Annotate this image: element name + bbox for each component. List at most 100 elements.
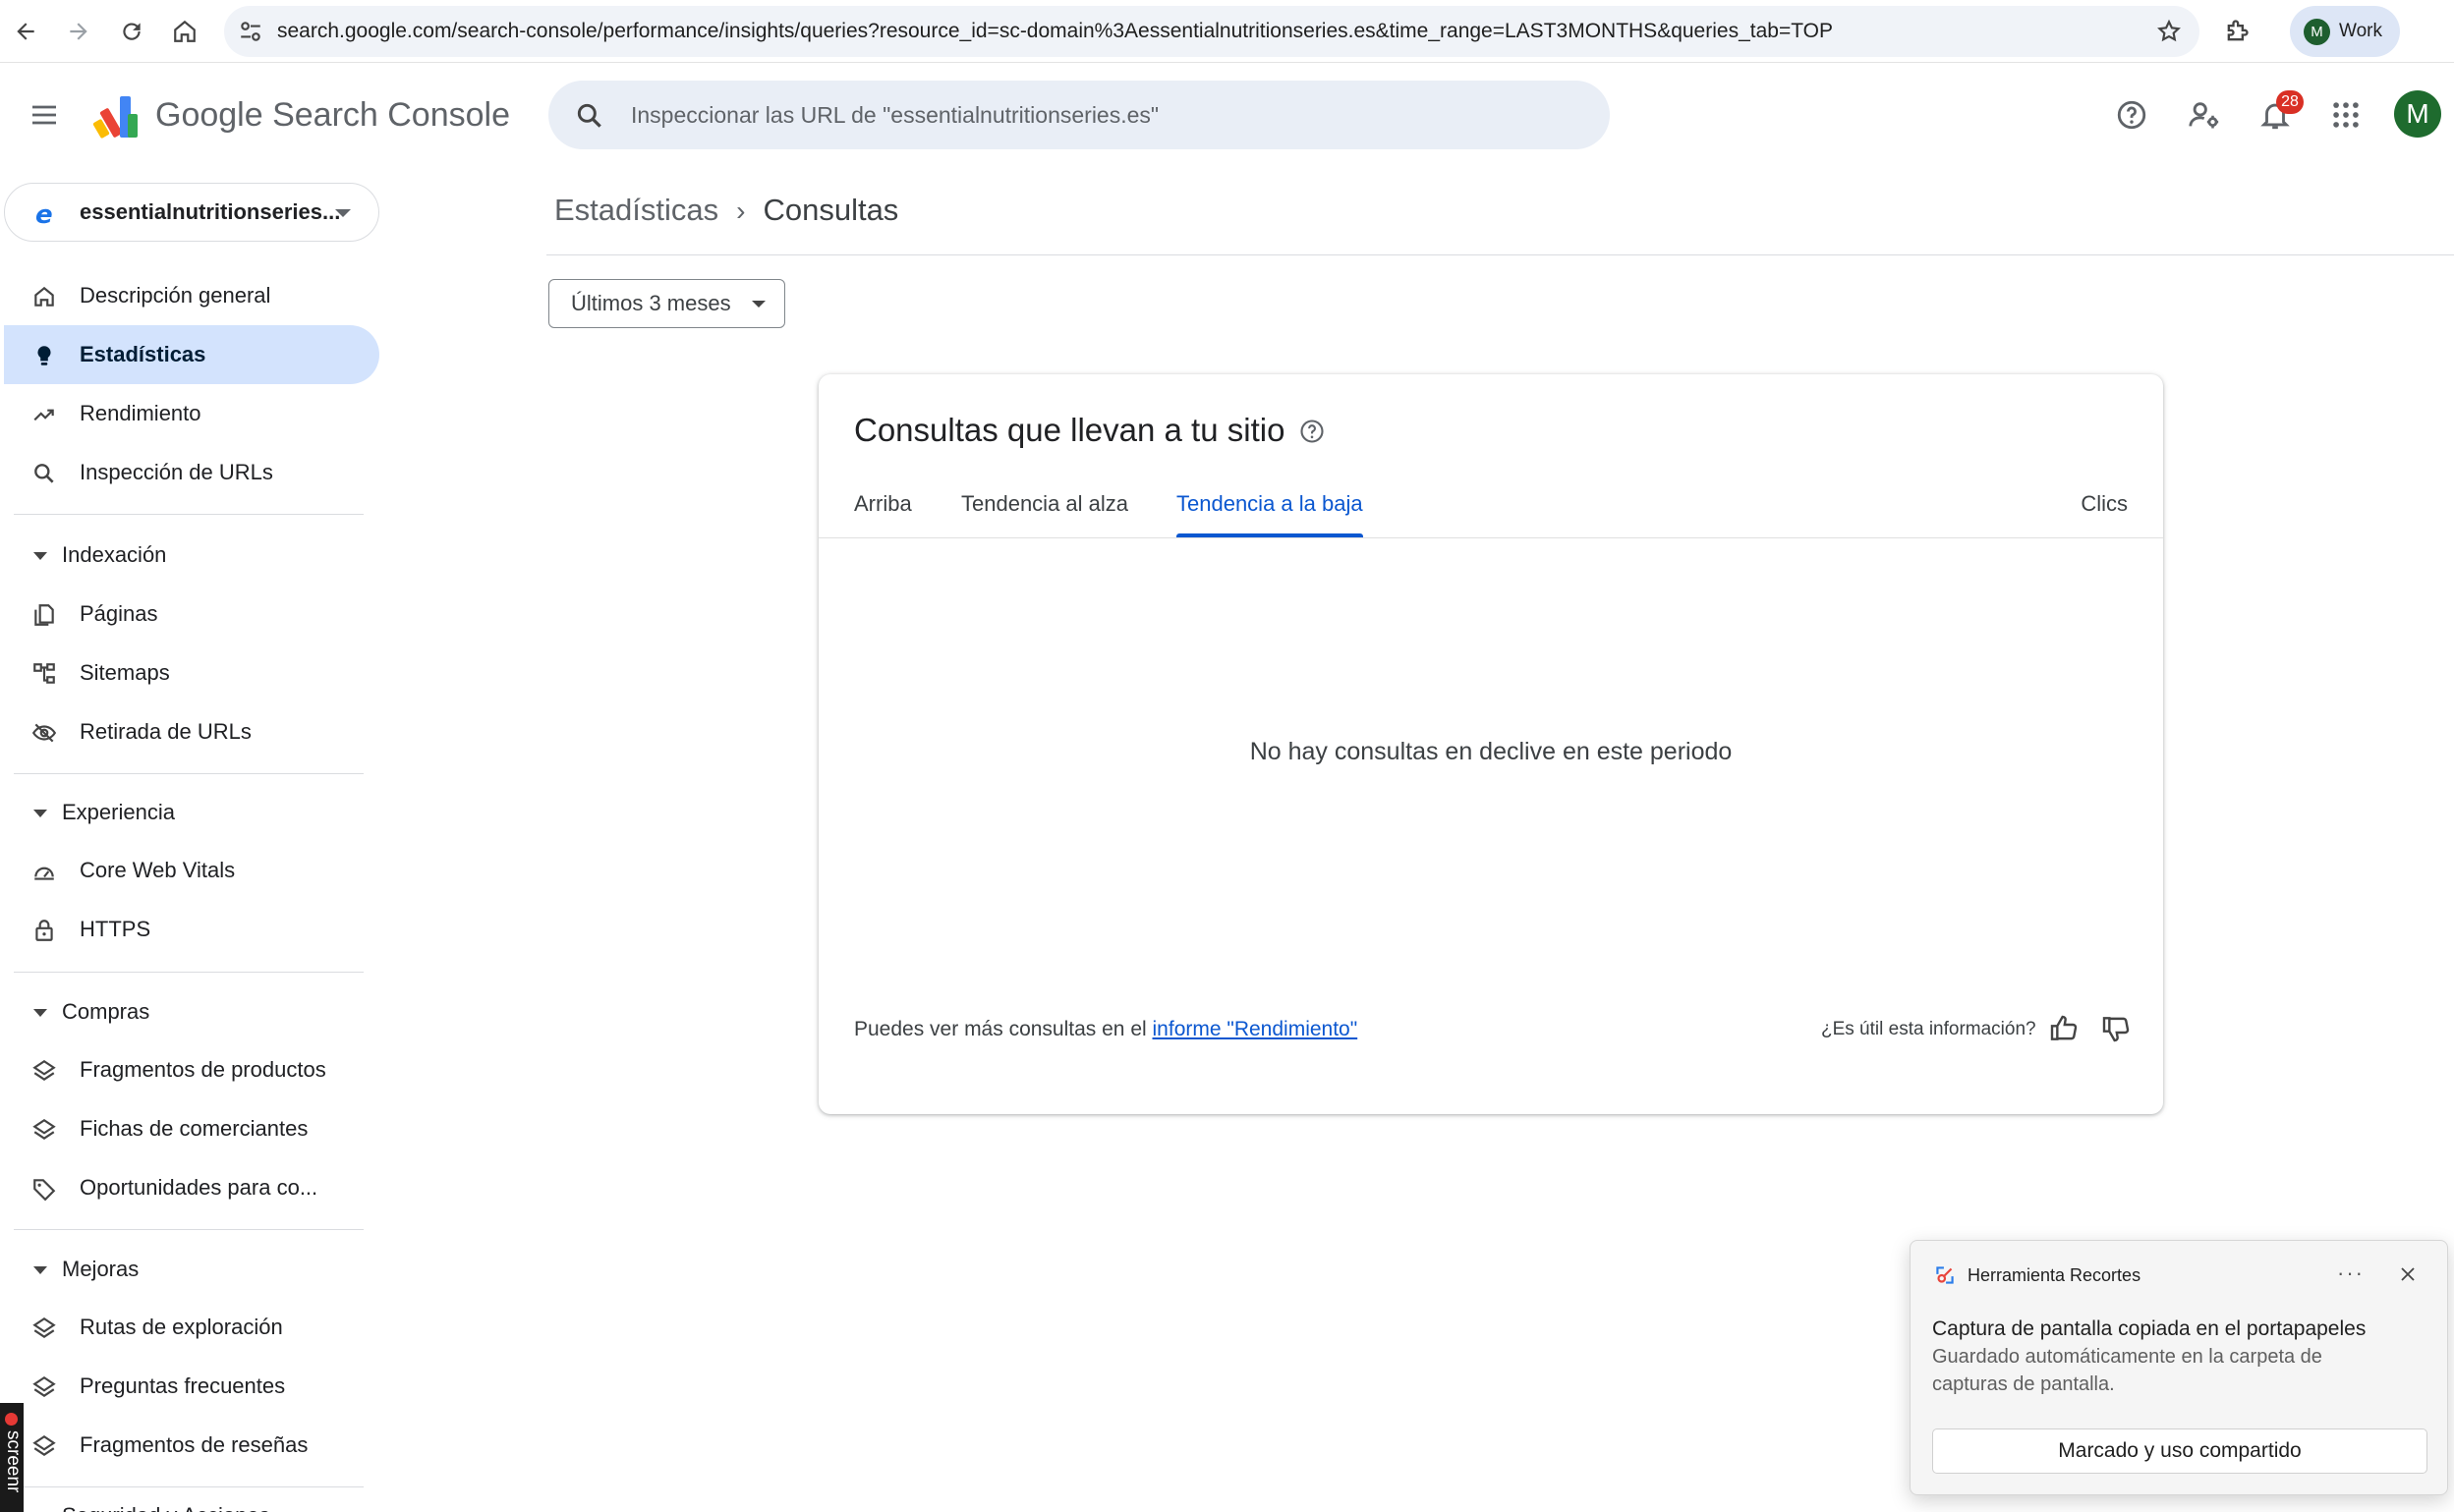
date-range-selector[interactable]: Últimos 3 meses — [548, 279, 785, 328]
queries-tabs: Arriba Tendencia al alza Tendencia a la … — [819, 473, 2163, 538]
recorder-label: screenr — [3, 1430, 24, 1493]
caret-down-icon — [335, 209, 351, 217]
footer-text: Puedes ver más consultas en el — [854, 1018, 1147, 1040]
url-text: search.google.com/search-console/perform… — [277, 20, 1833, 42]
section-title: Experiencia — [62, 800, 175, 824]
empty-state-message: No hay consultas en declive en este peri… — [1249, 738, 1733, 765]
tab-trending-up[interactable]: Tendencia al alza — [961, 473, 1128, 537]
help-button[interactable] — [2111, 94, 2152, 136]
browser-toolbar: search.google.com/search-console/perform… — [0, 0, 2454, 63]
collapse-arrow-icon — [33, 1266, 47, 1274]
extensions-button[interactable] — [2217, 12, 2256, 51]
thumb-up-icon[interactable] — [2048, 1013, 2080, 1044]
bookmark-star-icon[interactable] — [2156, 19, 2182, 44]
sidebar-item-https[interactable]: HTTPS — [4, 900, 379, 959]
sidebar-item-product-snippets[interactable]: Fragmentos de productos — [4, 1040, 379, 1099]
sidebar-divider — [14, 773, 364, 774]
manage-accounts-icon — [2189, 102, 2219, 129]
sidebar-item-merchant-listings[interactable]: Fichas de comerciantes — [4, 1099, 379, 1158]
sidebar-divider — [14, 1229, 364, 1230]
sidebar-divider — [14, 972, 364, 973]
sidebar-item-insights[interactable]: Estadísticas — [4, 325, 379, 384]
notifications-button[interactable]: 28 — [2254, 90, 2304, 136]
sidebar-item-label: Fragmentos de productos — [80, 1057, 326, 1082]
user-settings-button[interactable] — [2184, 94, 2225, 136]
sidebar-item-label: Fichas de comerciantes — [80, 1116, 309, 1141]
sidebar-item-removals[interactable]: Retirada de URLs — [4, 702, 379, 761]
sidebar-item-label: Estadísticas — [80, 342, 206, 366]
close-icon[interactable] — [2396, 1262, 2420, 1286]
apps-grid-icon — [2333, 102, 2359, 128]
property-name: essentialnutritionseries... — [80, 199, 341, 224]
sidebar-item-breadcrumbs[interactable]: Rutas de exploración — [4, 1298, 379, 1357]
notification-badge: 28 — [2276, 90, 2304, 114]
sidebar-item-review-snippets[interactable]: Fragmentos de reseñas — [4, 1416, 379, 1475]
caret-down-icon — [752, 301, 766, 308]
sidebar-item-label: Rutas de exploración — [80, 1315, 283, 1339]
performance-report-link[interactable]: informe "Rendimiento" — [1153, 1018, 1358, 1040]
section-title: Seguridad y Acciones — [62, 1491, 270, 1512]
sitemap-icon — [33, 663, 55, 684]
sidebar-item-label: Core Web Vitals — [80, 858, 236, 882]
site-favicon-icon: e — [35, 200, 53, 227]
profile-avatar: M — [2304, 19, 2330, 45]
card-title: Consultas que llevan a tu sitio — [854, 412, 1285, 448]
tab-top[interactable]: Arriba — [854, 473, 912, 537]
thumb-down-icon[interactable] — [2100, 1013, 2132, 1044]
tag-icon — [33, 1179, 56, 1202]
breadcrumb: Estadísticas › Consultas — [554, 189, 898, 232]
sidebar-item-sitemaps[interactable]: Sitemaps — [4, 644, 379, 702]
metric-column-label: Clics — [2081, 491, 2128, 516]
section-security[interactable]: Seguridad y Acciones — [0, 1491, 375, 1512]
search-icon — [577, 103, 601, 128]
help-icon — [2117, 100, 2146, 130]
sidebar-item-performance[interactable]: Rendimiento — [4, 384, 379, 443]
help-icon[interactable] — [1298, 418, 1326, 445]
url-inspection-search[interactable] — [548, 81, 1610, 149]
home-button[interactable] — [165, 12, 204, 51]
menu-icon — [32, 105, 56, 125]
sidebar-item-label: Retirada de URLs — [80, 719, 252, 744]
speedometer-icon — [34, 867, 54, 880]
tab-trending-down[interactable]: Tendencia a la baja — [1176, 473, 1363, 537]
sidebar: e essentialnutritionseries... Descripció… — [0, 167, 393, 1512]
section-title: Indexación — [62, 542, 167, 567]
more-options-icon[interactable]: ··· — [2337, 1259, 2365, 1288]
reload-button[interactable] — [112, 12, 151, 51]
url-inspection-input[interactable] — [631, 81, 1574, 149]
product-name: Google Search Console — [155, 96, 511, 134]
sidebar-item-core-web-vitals[interactable]: Core Web Vitals — [4, 841, 379, 900]
section-shopping[interactable]: Compras — [0, 987, 375, 1036]
address-bar[interactable]: search.google.com/search-console/perform… — [224, 6, 2199, 57]
screen-recorder-tab[interactable]: screenr — [0, 1403, 24, 1512]
forward-button[interactable] — [59, 12, 98, 51]
lock-icon — [35, 920, 53, 941]
sidebar-item-label: Sitemaps — [80, 660, 170, 685]
property-selector[interactable]: e essentialnutritionseries... — [4, 183, 379, 242]
sidebar-item-shopping-opportunities[interactable]: Oportunidades para co... — [4, 1158, 379, 1217]
sidebar-item-faq[interactable]: Preguntas frecuentes — [4, 1357, 379, 1416]
section-experience[interactable]: Experiencia — [0, 788, 375, 837]
home-icon — [174, 20, 196, 42]
collapse-arrow-icon — [33, 552, 47, 560]
reload-icon — [123, 23, 141, 40]
section-indexing[interactable]: Indexación — [0, 531, 375, 580]
eye-off-icon — [31, 723, 57, 743]
apps-button[interactable] — [2325, 94, 2367, 136]
search-console-logo-icon — [92, 96, 138, 139]
markup-share-button[interactable]: Marcado y uso compartido — [1932, 1428, 2427, 1474]
main-menu-button[interactable] — [22, 92, 67, 138]
notification-app-name: Herramienta Recortes — [1968, 1265, 2141, 1285]
account-avatar[interactable]: M — [2394, 90, 2441, 138]
section-enhancements[interactable]: Mejoras — [0, 1245, 375, 1294]
sidebar-item-pages[interactable]: Páginas — [4, 585, 379, 644]
browser-profile-chip[interactable]: M Work — [2290, 6, 2400, 57]
snipping-tool-icon — [1936, 1266, 1954, 1284]
sidebar-item-url-inspection[interactable]: Inspección de URLs — [4, 443, 379, 502]
sidebar-item-label: Descripción general — [80, 283, 271, 308]
back-button[interactable] — [6, 12, 45, 51]
sidebar-item-overview[interactable]: Descripción general — [4, 266, 379, 325]
breadcrumb-insights-link[interactable]: Estadísticas — [554, 193, 718, 227]
site-info-icon[interactable] — [238, 19, 263, 44]
section-title: Compras — [62, 999, 150, 1024]
